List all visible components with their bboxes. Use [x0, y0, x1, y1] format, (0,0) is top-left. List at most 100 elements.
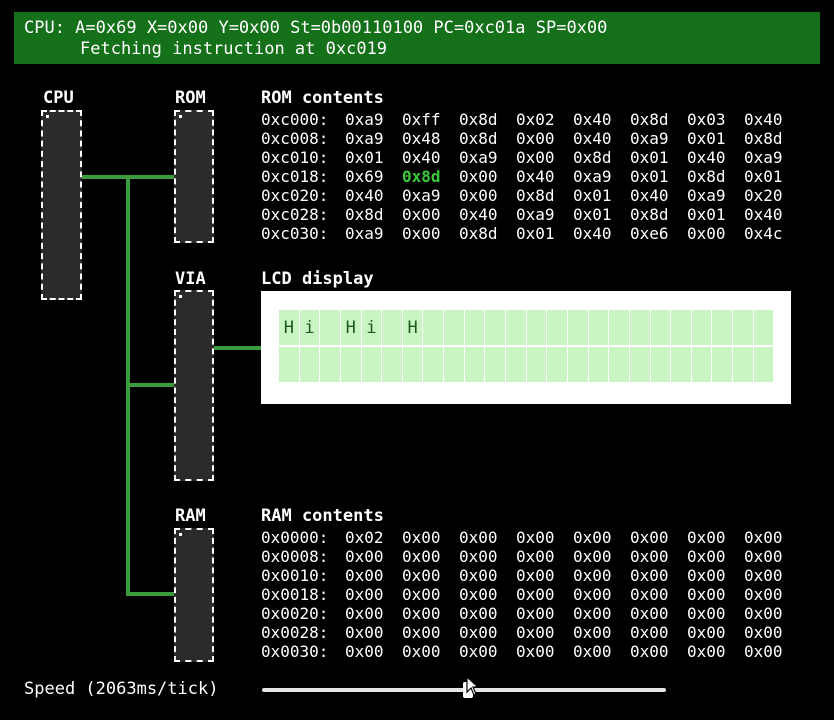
rom-byte: 0xa9 — [345, 129, 384, 148]
rom-contents-table: 0xc000: 0xa9 0xff 0x8d 0x02 0x40 0x8d 0x03 0x40 0… — [261, 110, 801, 243]
rom-byte: 0x00 — [459, 167, 498, 186]
lcd-display: HiHiH — [261, 291, 791, 404]
via-lcd-bus — [213, 346, 261, 350]
ram-byte: 0x00 — [573, 623, 612, 642]
ram-bus — [126, 592, 175, 596]
ram-byte: 0x00 — [630, 528, 669, 547]
ram-chip — [174, 528, 214, 662]
ram-byte: 0x00 — [459, 585, 498, 604]
pin1-marker — [46, 115, 49, 118]
ram-byte: 0x00 — [402, 604, 441, 623]
rom-byte: 0x00 — [402, 205, 441, 224]
rom-byte: 0x40 — [402, 148, 441, 167]
ram-byte: 0x00 — [744, 623, 783, 642]
lcd-character-cell — [629, 310, 650, 345]
rom-byte: 0x01 — [687, 129, 726, 148]
ram-byte: 0x00 — [402, 566, 441, 585]
ram-byte: 0x00 — [345, 585, 384, 604]
rom-byte: 0x01 — [630, 148, 669, 167]
rom-address: 0xc020: — [261, 186, 329, 205]
lcd-character-cell — [650, 310, 671, 345]
ram-byte: 0x00 — [573, 547, 612, 566]
ram-byte: 0x00 — [687, 585, 726, 604]
ram-byte: 0x00 — [630, 623, 669, 642]
ram-byte: 0x00 — [345, 566, 384, 585]
lcd-character-cell: H — [340, 310, 361, 345]
ram-byte: 0x00 — [630, 642, 669, 661]
via-bus — [126, 383, 175, 387]
rom-byte: 0x40 — [744, 205, 783, 224]
lcd-character-cell — [671, 347, 691, 382]
lcd-character-cell — [320, 310, 340, 345]
rom-byte: 0x01 — [516, 224, 555, 243]
rom-byte: 0xa9 — [345, 224, 384, 243]
rom-byte: 0xa9 — [402, 186, 441, 205]
rom-byte: 0x01 — [573, 186, 612, 205]
rom-byte: 0xa9 — [345, 110, 384, 129]
rom-byte: 0x8d — [687, 167, 726, 186]
rom-byte: 0x40 — [573, 110, 612, 129]
lcd-character-grid: HiHiH — [279, 310, 774, 382]
via-label: VIA — [175, 269, 206, 289]
rom-byte: 0x20 — [744, 186, 783, 205]
lcd-character-cell — [444, 347, 464, 382]
lcd-display-title: LCD display — [261, 269, 374, 289]
lcd-character-cell — [423, 347, 444, 382]
rom-address: 0xc010: — [261, 148, 329, 167]
lcd-character-cell — [609, 310, 629, 345]
lcd-character-cell — [506, 347, 526, 382]
pin1-marker — [179, 533, 182, 536]
ram-byte: 0x00 — [402, 528, 441, 547]
rom-byte: 0x02 — [516, 110, 555, 129]
ram-byte: 0x00 — [516, 585, 555, 604]
lcd-character-cell — [753, 347, 774, 382]
lcd-character-cell — [691, 310, 712, 345]
lcd-character-cell — [733, 347, 753, 382]
rom-byte: 0x40 — [573, 129, 612, 148]
speed-label: Speed (2063ms/tick) — [24, 679, 219, 699]
ram-byte: 0x00 — [459, 623, 498, 642]
ram-byte: 0x00 — [345, 642, 384, 661]
lcd-character-cell — [526, 310, 547, 345]
ram-byte: 0x00 — [516, 642, 555, 661]
lcd-character-cell — [340, 347, 361, 382]
ram-byte: 0x00 — [516, 604, 555, 623]
rom-address: 0xc018: — [261, 167, 329, 186]
rom-byte: 0x00 — [459, 186, 498, 205]
ram-byte: 0x00 — [630, 566, 669, 585]
rom-byte: 0x40 — [687, 148, 726, 167]
rom-contents-title: ROM contents — [261, 88, 384, 108]
rom-chip — [174, 110, 214, 243]
lcd-character-cell — [506, 310, 526, 345]
lcd-character-cell — [485, 310, 506, 345]
lcd-character-cell — [629, 347, 650, 382]
ram-label: RAM — [175, 506, 206, 526]
ram-byte: 0x00 — [573, 566, 612, 585]
lcd-character-cell — [382, 310, 402, 345]
rom-address: 0xc028: — [261, 205, 329, 224]
ram-byte: 0x00 — [744, 528, 783, 547]
ram-byte: 0x00 — [459, 604, 498, 623]
ram-byte: 0x00 — [573, 585, 612, 604]
fetch-status-text: Fetching instruction at 0xc019 — [80, 39, 388, 59]
rom-byte: 0x8d — [345, 205, 384, 224]
ram-address: 0x0008: — [261, 547, 329, 566]
lcd-character-cell — [671, 310, 691, 345]
ram-byte: 0x00 — [687, 528, 726, 547]
ram-byte: 0x00 — [744, 604, 783, 623]
rom-byte: 0xa9 — [516, 205, 555, 224]
ram-address: 0x0010: — [261, 566, 329, 585]
rom-byte: 0xa9 — [573, 167, 612, 186]
lcd-character-cell — [444, 310, 464, 345]
rom-byte: 0xa9 — [687, 186, 726, 205]
lcd-character-cell — [588, 347, 609, 382]
rom-byte: 0x40 — [516, 167, 555, 186]
lcd-character-cell — [361, 347, 382, 382]
lcd-character-cell — [320, 347, 340, 382]
ram-byte: 0x00 — [630, 547, 669, 566]
rom-byte: 0x01 — [345, 148, 384, 167]
rom-byte: 0x01 — [630, 167, 669, 186]
ram-byte: 0x00 — [687, 547, 726, 566]
rom-byte: 0x69 — [345, 167, 384, 186]
ram-byte: 0x00 — [516, 528, 555, 547]
